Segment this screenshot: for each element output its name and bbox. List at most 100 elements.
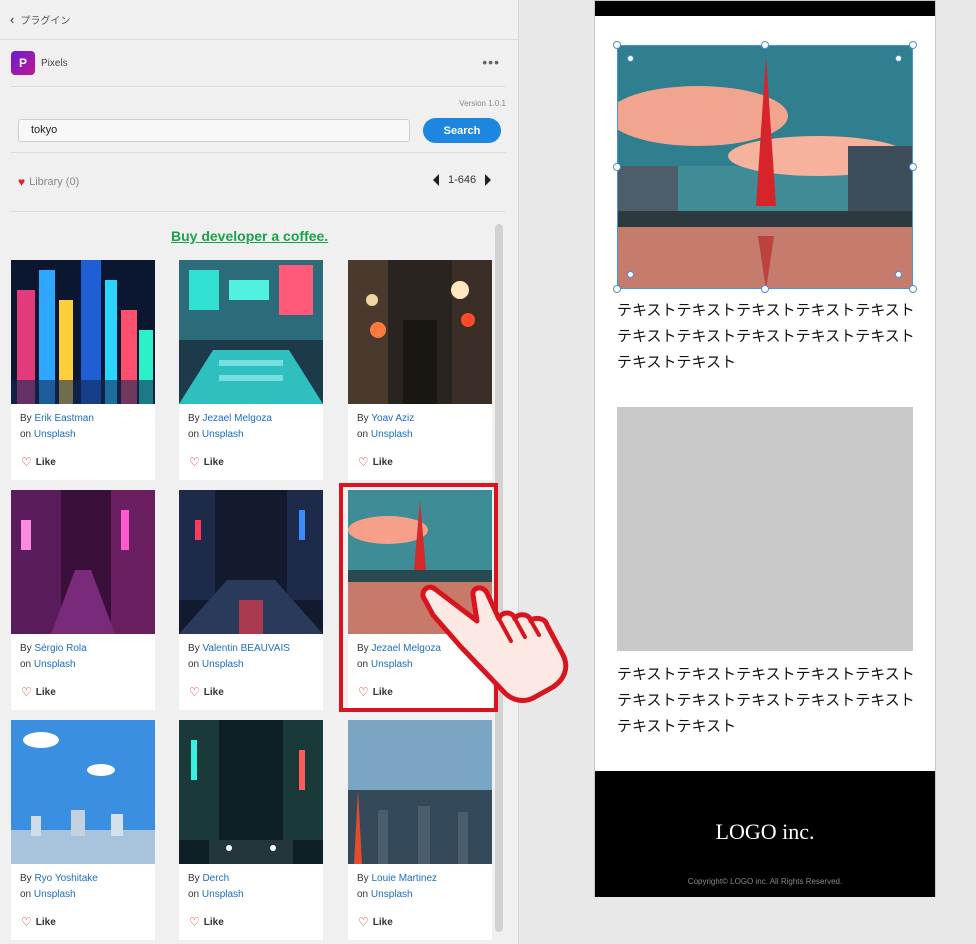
like-button[interactable]: ♡ Like <box>189 685 224 699</box>
like-button[interactable]: ♡ Like <box>21 915 56 929</box>
like-button[interactable]: ♡ Like <box>189 915 224 929</box>
like-label: Like <box>203 916 224 928</box>
heart-outline-icon: ♡ <box>189 455 200 469</box>
image-placeholder[interactable] <box>617 407 913 651</box>
photo-card[interactable]: By Sérgio Rola on Unsplash ♡ Like <box>11 490 155 710</box>
photo-card[interactable]: By Jezael Melgoza on Unsplash ♡ Like <box>179 260 323 480</box>
plugin-header: P Pixels ••• <box>11 50 506 76</box>
source-link[interactable]: Unsplash <box>371 889 413 900</box>
source-link[interactable]: Unsplash <box>202 429 244 440</box>
by-label: By <box>20 873 32 884</box>
heart-outline-icon: ♡ <box>189 915 200 929</box>
source-line: on Unsplash <box>357 429 413 440</box>
search-input[interactable]: tokyo <box>18 119 410 142</box>
like-button[interactable]: ♡ Like <box>21 455 56 469</box>
pointing-hand-icon <box>420 584 569 703</box>
author-link[interactable]: Erik Eastman <box>34 413 93 424</box>
pager: 1-646 <box>433 174 492 186</box>
author-link[interactable]: Sérgio Rola <box>34 643 86 654</box>
heart-icon: ♥ <box>18 175 26 189</box>
source-link[interactable]: Unsplash <box>371 429 413 440</box>
placed-photo[interactable] <box>617 45 913 289</box>
credit-line: By Ryo Yoshitake <box>20 873 98 884</box>
resize-handle[interactable] <box>909 285 917 293</box>
source-line: on Unsplash <box>20 659 76 670</box>
source-link[interactable]: Unsplash <box>34 429 76 440</box>
like-button[interactable]: ♡ Like <box>358 915 393 929</box>
by-label: By <box>188 643 200 654</box>
photo-thumbnail[interactable] <box>179 260 323 404</box>
back-label[interactable]: プラグイン <box>20 12 70 27</box>
heart-outline-icon: ♡ <box>21 685 32 699</box>
plugin-topbar[interactable]: ‹ プラグイン <box>0 0 518 40</box>
resize-handle[interactable] <box>909 163 917 171</box>
credit-line: By Sérgio Rola <box>20 643 87 654</box>
source-link[interactable]: Unsplash <box>34 889 76 900</box>
resize-handle[interactable] <box>909 41 917 49</box>
on-label: on <box>20 429 32 440</box>
photo-thumbnail[interactable] <box>179 720 323 864</box>
resize-handle[interactable] <box>613 285 621 293</box>
photo-thumbnail[interactable] <box>179 490 323 634</box>
divider <box>11 86 506 87</box>
author-link[interactable]: Yoav Aziz <box>371 413 414 424</box>
on-label: on <box>357 429 369 440</box>
photo-thumbnail[interactable] <box>11 720 155 864</box>
author-link[interactable]: Jezael Melgoza <box>202 413 271 424</box>
author-link[interactable]: Ryo Yoshitake <box>34 873 97 884</box>
by-label: By <box>188 873 200 884</box>
resize-handle[interactable] <box>761 41 769 49</box>
author-link[interactable]: Louie Martinez <box>371 873 437 884</box>
library-link[interactable]: ♥ Library (0) <box>18 175 79 189</box>
more-icon[interactable]: ••• <box>482 54 500 70</box>
source-link[interactable]: Unsplash <box>202 659 244 670</box>
source-line: on Unsplash <box>188 659 244 670</box>
like-label: Like <box>372 916 393 928</box>
photo-card[interactable]: By Ryo Yoshitake on Unsplash ♡ Like <box>11 720 155 940</box>
like-button[interactable]: ♡ Like <box>21 685 56 699</box>
body-text[interactable]: テキストテキストテキストテキストテキストテキストテキストテキストテキストテキスト… <box>617 297 917 375</box>
artboard: テキストテキストテキストテキストテキストテキストテキストテキストテキストテキスト… <box>594 0 936 897</box>
next-page-icon[interactable] <box>485 174 492 186</box>
photo-thumbnail[interactable] <box>11 260 155 404</box>
heart-outline-icon: ♡ <box>358 915 369 929</box>
photo-thumbnail[interactable] <box>348 720 492 864</box>
source-link[interactable]: Unsplash <box>34 659 76 670</box>
on-label: on <box>188 429 200 440</box>
prev-page-icon[interactable] <box>433 174 439 186</box>
by-label: By <box>188 413 200 424</box>
photo-thumbnail[interactable] <box>11 490 155 634</box>
resize-handle[interactable] <box>613 163 621 171</box>
corner-radius-handle[interactable] <box>895 55 902 62</box>
footer-logo: LOGO inc. <box>715 819 815 844</box>
author-link[interactable]: Valentin BEAUVAIS <box>202 643 289 654</box>
photo-card[interactable]: By Louie Martinez on Unsplash ♡ Like <box>348 720 492 940</box>
on-label: on <box>20 659 32 670</box>
resize-handle[interactable] <box>613 41 621 49</box>
on-label: on <box>357 889 369 900</box>
buy-coffee-link[interactable]: Buy developer a coffee. <box>171 228 328 244</box>
author-link[interactable]: Derch <box>202 873 229 884</box>
corner-radius-handle[interactable] <box>627 271 634 278</box>
photo-card[interactable]: By Derch on Unsplash ♡ Like <box>179 720 323 940</box>
chevron-left-icon[interactable]: ‹ <box>10 12 14 27</box>
resize-handle[interactable] <box>761 285 769 293</box>
photo-card[interactable]: By Yoav Aziz on Unsplash ♡ Like <box>348 260 492 480</box>
like-button[interactable]: ♡ Like <box>189 455 224 469</box>
heart-outline-icon: ♡ <box>358 455 369 469</box>
plugin-name: Pixels <box>41 57 68 69</box>
like-button[interactable]: ♡ Like <box>358 455 393 469</box>
search-button[interactable]: Search <box>423 118 501 143</box>
corner-radius-handle[interactable] <box>895 271 902 278</box>
body-text[interactable]: テキストテキストテキストテキストテキストテキストテキストテキストテキストテキスト… <box>617 661 917 739</box>
photo-card[interactable]: By Erik Eastman on Unsplash ♡ Like <box>11 260 155 480</box>
photo-card[interactable]: By Valentin BEAUVAIS on Unsplash ♡ Like <box>179 490 323 710</box>
divider <box>11 211 506 212</box>
photo-thumbnail[interactable] <box>348 260 492 404</box>
source-link[interactable]: Unsplash <box>202 889 244 900</box>
credit-line: By Louie Martinez <box>357 873 437 884</box>
credit-line: By Erik Eastman <box>20 413 94 424</box>
corner-radius-handle[interactable] <box>627 55 634 62</box>
by-label: By <box>357 873 369 884</box>
by-label: By <box>357 413 369 424</box>
